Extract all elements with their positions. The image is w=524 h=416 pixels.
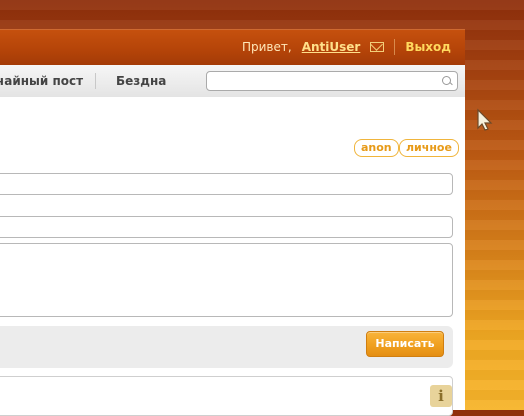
logout-link[interactable]: Выход (405, 40, 451, 54)
nav-item-random-post[interactable]: чайный пост (0, 65, 83, 97)
info-box (0, 376, 453, 416)
mouse-cursor-icon (477, 108, 493, 131)
search-input[interactable] (206, 71, 458, 91)
top-bar: Привет, AntiUser Выход (0, 29, 465, 66)
nav-divider (95, 73, 96, 89)
navigation-bar: чайный пост Бездна (0, 65, 465, 98)
tag-personal[interactable]: личное (399, 139, 459, 157)
divider (394, 39, 396, 55)
body-textarea[interactable] (0, 243, 453, 317)
tag-anon[interactable]: anon (354, 139, 399, 157)
title-field[interactable] (0, 173, 453, 195)
post-form-panel: anon личное Написать i (0, 97, 465, 416)
submit-button[interactable]: Написать (366, 331, 444, 357)
greeting-text: Привет, (241, 40, 292, 54)
link-field[interactable] (0, 216, 453, 238)
nav-item-abyss[interactable]: Бездна (116, 65, 166, 97)
username-link[interactable]: AntiUser (302, 40, 361, 54)
mail-icon[interactable] (370, 42, 385, 52)
search-icon[interactable] (442, 76, 451, 85)
user-greeting: Привет, AntiUser Выход (242, 29, 451, 65)
info-icon[interactable]: i (430, 385, 452, 407)
